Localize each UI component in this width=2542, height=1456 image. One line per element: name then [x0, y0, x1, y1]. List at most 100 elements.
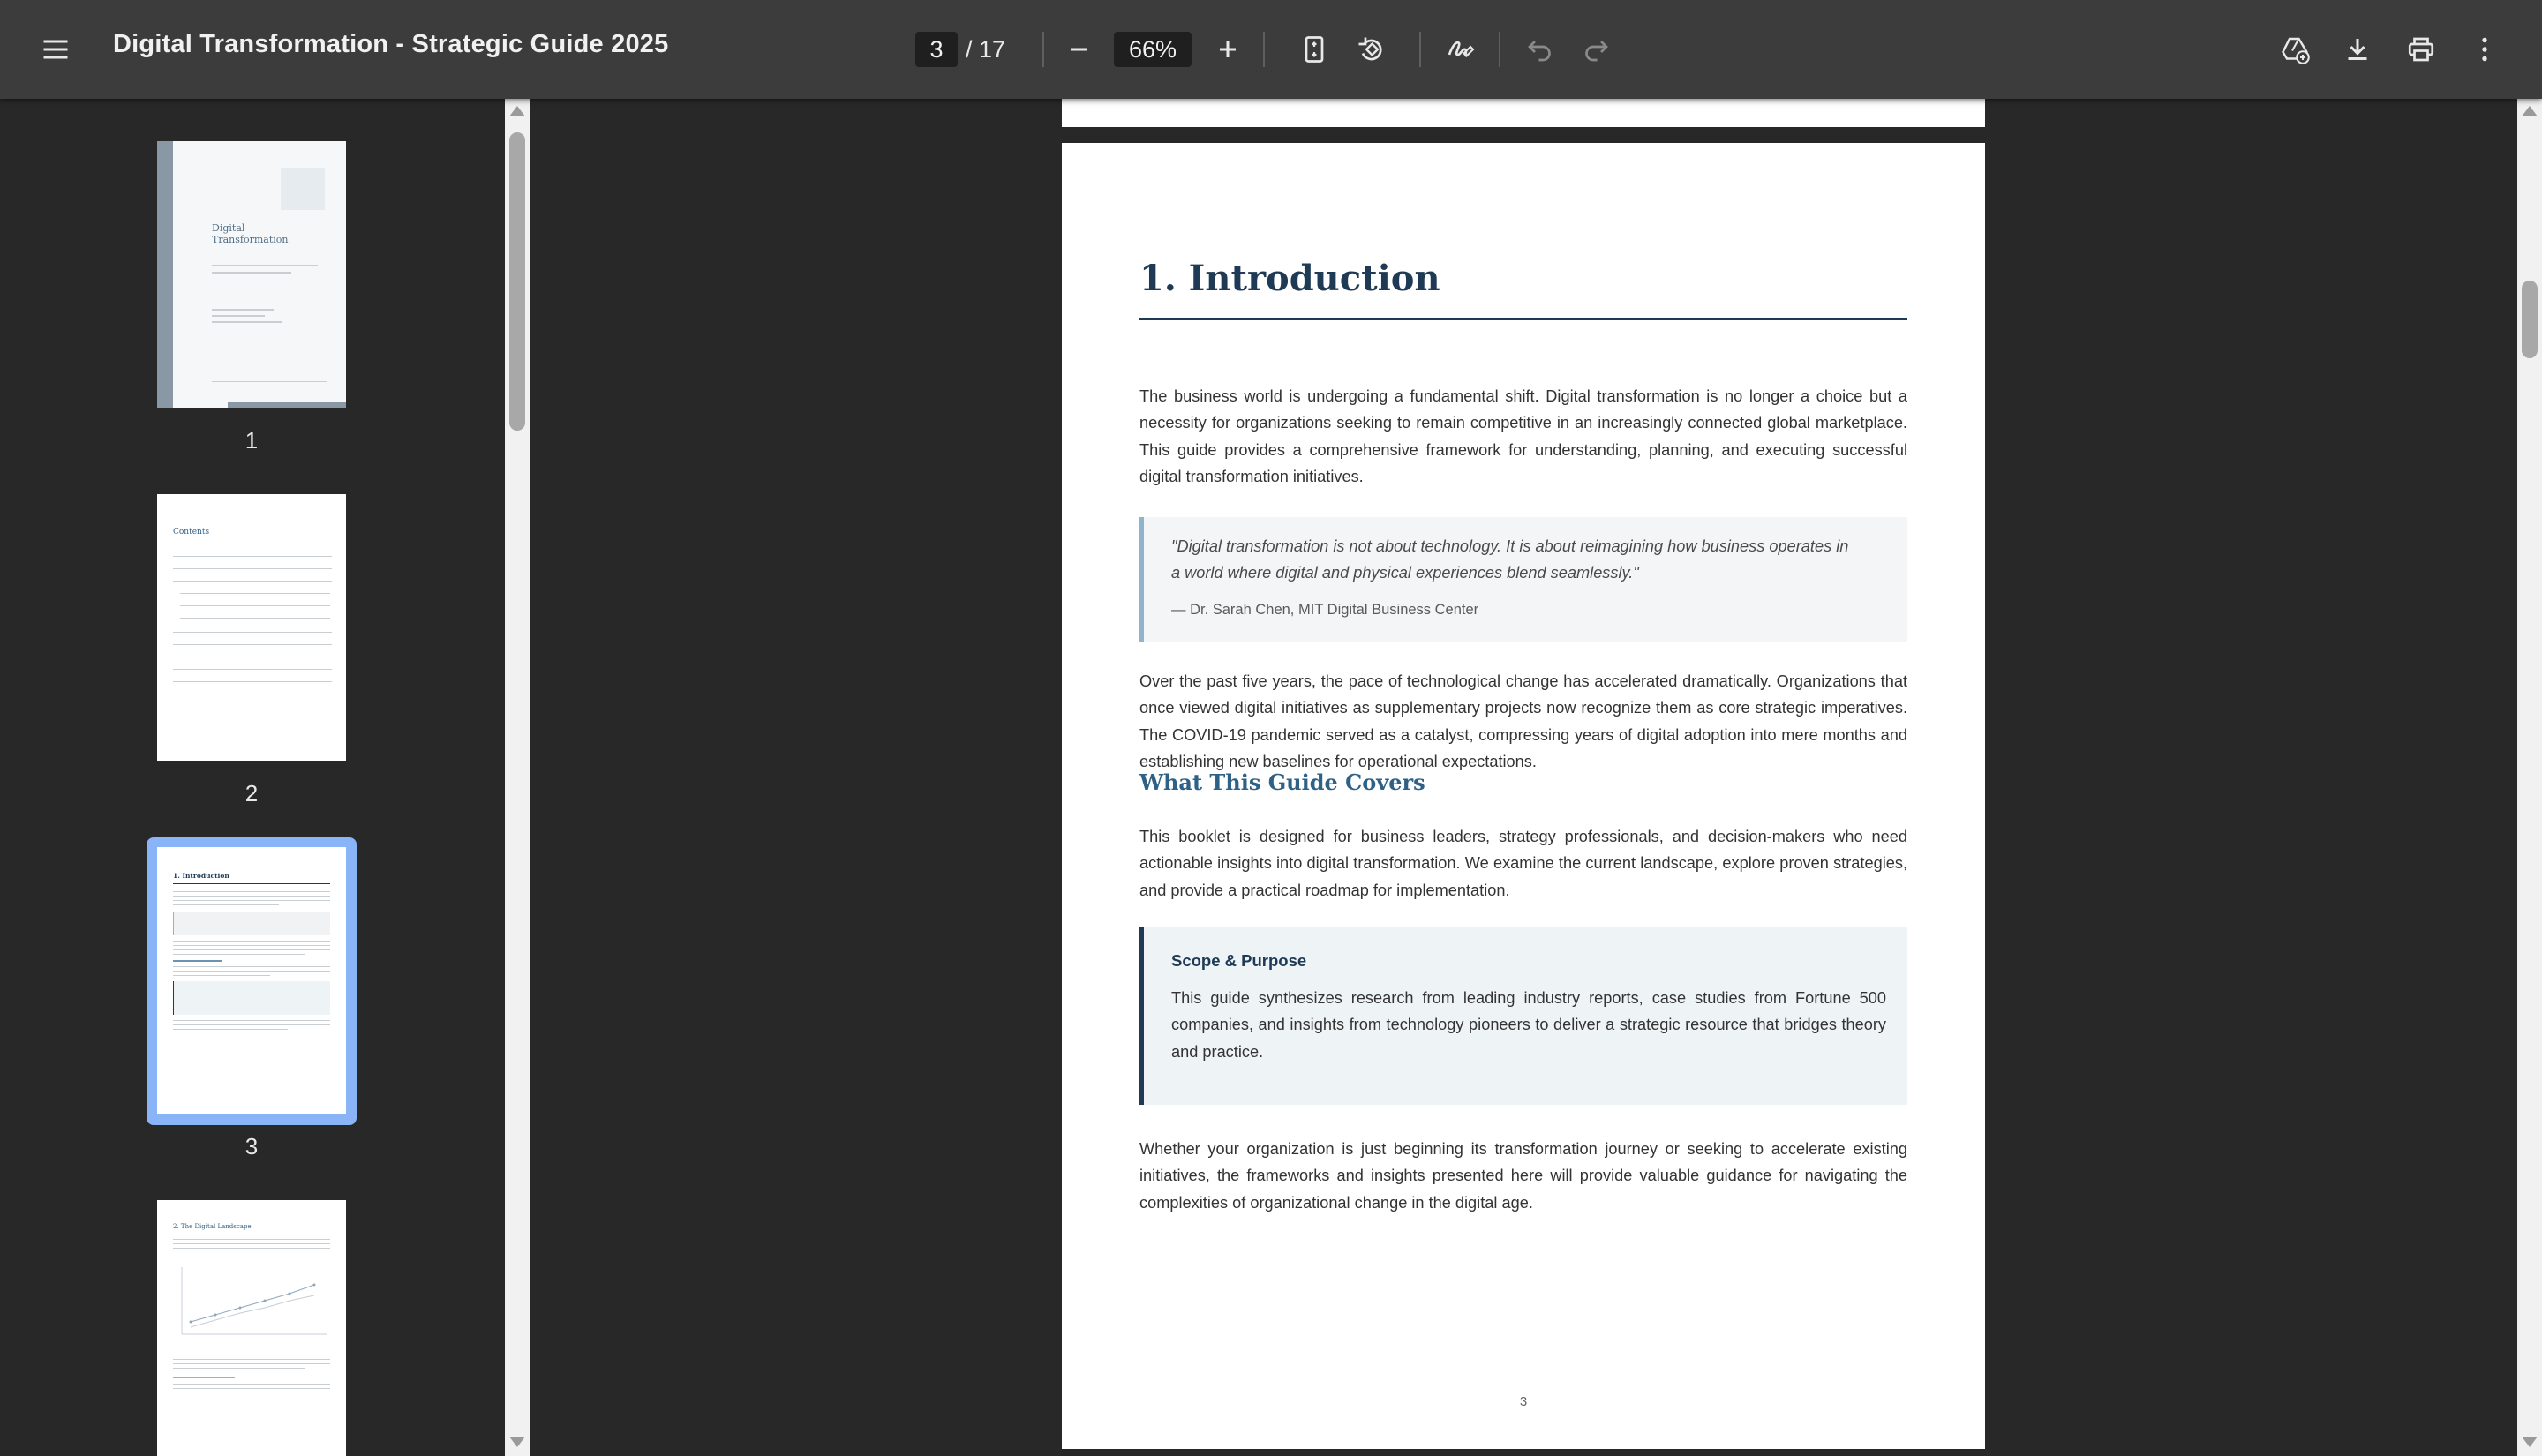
thumbnail-line [173, 1359, 330, 1360]
toolbar-divider [1499, 32, 1500, 67]
thumbnail-line [173, 1363, 330, 1364]
callout-body: This guide synthesizes research from lea… [1171, 989, 1886, 1061]
thumbnail-line [173, 1388, 330, 1389]
zoom-in-button[interactable] [1203, 25, 1252, 74]
plus-icon [1220, 41, 1236, 57]
thumbnail-line [173, 954, 305, 955]
thumbnail-quote [173, 912, 330, 935]
page-total-label: / 17 [966, 36, 1006, 63]
toolbar-divider [1263, 32, 1265, 67]
scope-callout: Scope & Purpose This guide synthesizes r… [1139, 927, 1907, 1105]
toolbar-divider [1419, 32, 1421, 67]
thumbnail-line [212, 321, 282, 323]
previous-page-edge [1062, 99, 1985, 127]
thumbnail-line [212, 381, 327, 382]
rotate-counterclockwise-icon [1358, 37, 1382, 61]
thumbnail-line [173, 1029, 288, 1030]
page-number-input[interactable]: 3 [915, 32, 958, 67]
thumbnail-line [173, 632, 332, 633]
quote-attribution: — Dr. Sarah Chen, MIT Digital Business C… [1171, 602, 1479, 618]
thumbnail-line [173, 568, 332, 569]
scroll-down-arrow-icon[interactable] [2522, 1437, 2538, 1447]
thumbnail-line [212, 309, 274, 311]
pdf-page-3: 1. Introduction The business world is un… [1062, 143, 1985, 1449]
thumbnail-line [173, 1248, 330, 1249]
page-thumbnail-2[interactable]: Contents [157, 494, 346, 761]
page-thumbnail-1[interactable]: Digital Transformation [157, 141, 346, 408]
thumbnail-line [173, 966, 330, 967]
thumbnail-callout [173, 981, 330, 1015]
thumbnail-heading: 2. The Digital Landscape [173, 1223, 252, 1230]
thumbnail-line [173, 1239, 330, 1240]
thumbnail-line [173, 945, 330, 946]
save-to-drive-button[interactable] [2270, 25, 2320, 74]
undo-button[interactable] [1515, 25, 1565, 74]
zoom-level-input[interactable]: 66% [1114, 32, 1192, 67]
thumbnail-line [173, 891, 330, 892]
redo-button[interactable] [1571, 25, 1621, 74]
thumbnail-chart [181, 1267, 327, 1335]
sidebar-scrollbar-thumb[interactable] [509, 132, 525, 431]
intro-paragraph: The business world is undergoing a funda… [1139, 387, 1907, 486]
thumbnail-line [173, 941, 330, 942]
thumbnail-line [173, 904, 279, 905]
thumbnail-line [173, 1377, 235, 1378]
annotate-button[interactable] [1435, 25, 1485, 74]
rotate-button[interactable] [1346, 25, 1395, 74]
scroll-up-arrow-icon[interactable] [509, 106, 525, 116]
zoom-out-button[interactable] [1054, 25, 1103, 74]
subsection-heading: What This Guide Covers [1139, 769, 1425, 795]
more-options-button[interactable] [2460, 25, 2509, 74]
thumbnail-page-number: 1 [244, 427, 259, 454]
thumbnail-sidebar: Digital Transformation 1 Contents 2 1. I… [0, 99, 530, 1456]
thumbnail-line [212, 265, 318, 266]
hamburger-menu-icon [43, 40, 68, 59]
minus-icon [1071, 48, 1087, 51]
body-paragraph: This booklet is designed for business le… [1139, 828, 1907, 899]
thumbnail-cover-title: Digital Transformation [212, 222, 288, 245]
redo-icon [1585, 41, 1608, 62]
thumbnail-line [173, 960, 222, 962]
closing-paragraph: Whether your organization is just beginn… [1139, 1140, 1907, 1212]
viewer-scrollbar-thumb[interactable] [2522, 281, 2538, 358]
toolbar-divider [1042, 32, 1044, 67]
quote-text: "Digital transformation is not about tec… [1171, 537, 1849, 582]
menu-button[interactable] [31, 25, 80, 74]
thumbnail-line [173, 971, 330, 972]
page-footer-number: 3 [1519, 1394, 1528, 1409]
scroll-down-arrow-icon[interactable] [509, 1437, 525, 1447]
page-thumbnail-4[interactable]: 2. The Digital Landscape [157, 1200, 346, 1456]
document-viewer: 1. Introduction The business world is un… [530, 99, 2517, 1456]
thumbnail-line [173, 581, 332, 582]
thumbnail-cover-graphic [281, 168, 325, 210]
thumbnail-heading: 1. Introduction [173, 872, 229, 880]
thumbnail-cover-band [157, 141, 173, 408]
thumbnail-line [173, 896, 330, 897]
page-thumbnail-3[interactable]: 1. Introduction [157, 847, 346, 1114]
thumbnail-line [173, 975, 270, 976]
thumbnail-line [212, 315, 265, 317]
download-button[interactable] [2333, 25, 2382, 74]
thumbnail-line [180, 618, 330, 619]
printer-icon [2408, 37, 2434, 62]
thumbnail-line [173, 1024, 330, 1025]
thumbnail-line [173, 900, 330, 901]
thumbnail-cover-band [228, 402, 346, 408]
print-button[interactable] [2396, 25, 2446, 74]
heading-rule [1139, 318, 1907, 320]
scroll-up-arrow-icon[interactable] [2522, 106, 2538, 116]
thumbnail-line [173, 883, 330, 884]
thumbnail-line [173, 1368, 305, 1369]
thumbnail-line [180, 605, 330, 606]
fit-page-button[interactable] [1290, 25, 1339, 74]
download-icon [2348, 39, 2367, 60]
pull-quote: "Digital transformation is not about tec… [1139, 517, 1907, 642]
thumbnail-cover-title-line: Digital [212, 222, 245, 234]
document-title: Digital Transformation - Strategic Guide… [113, 30, 669, 58]
undo-icon [1528, 41, 1551, 62]
thumbnail-line [173, 1243, 330, 1244]
thumbnail-line [212, 272, 291, 274]
thumbnail-heading: Contents [173, 528, 210, 537]
thumbnail-line [173, 669, 332, 670]
section-heading: 1. Introduction [1139, 258, 1440, 299]
